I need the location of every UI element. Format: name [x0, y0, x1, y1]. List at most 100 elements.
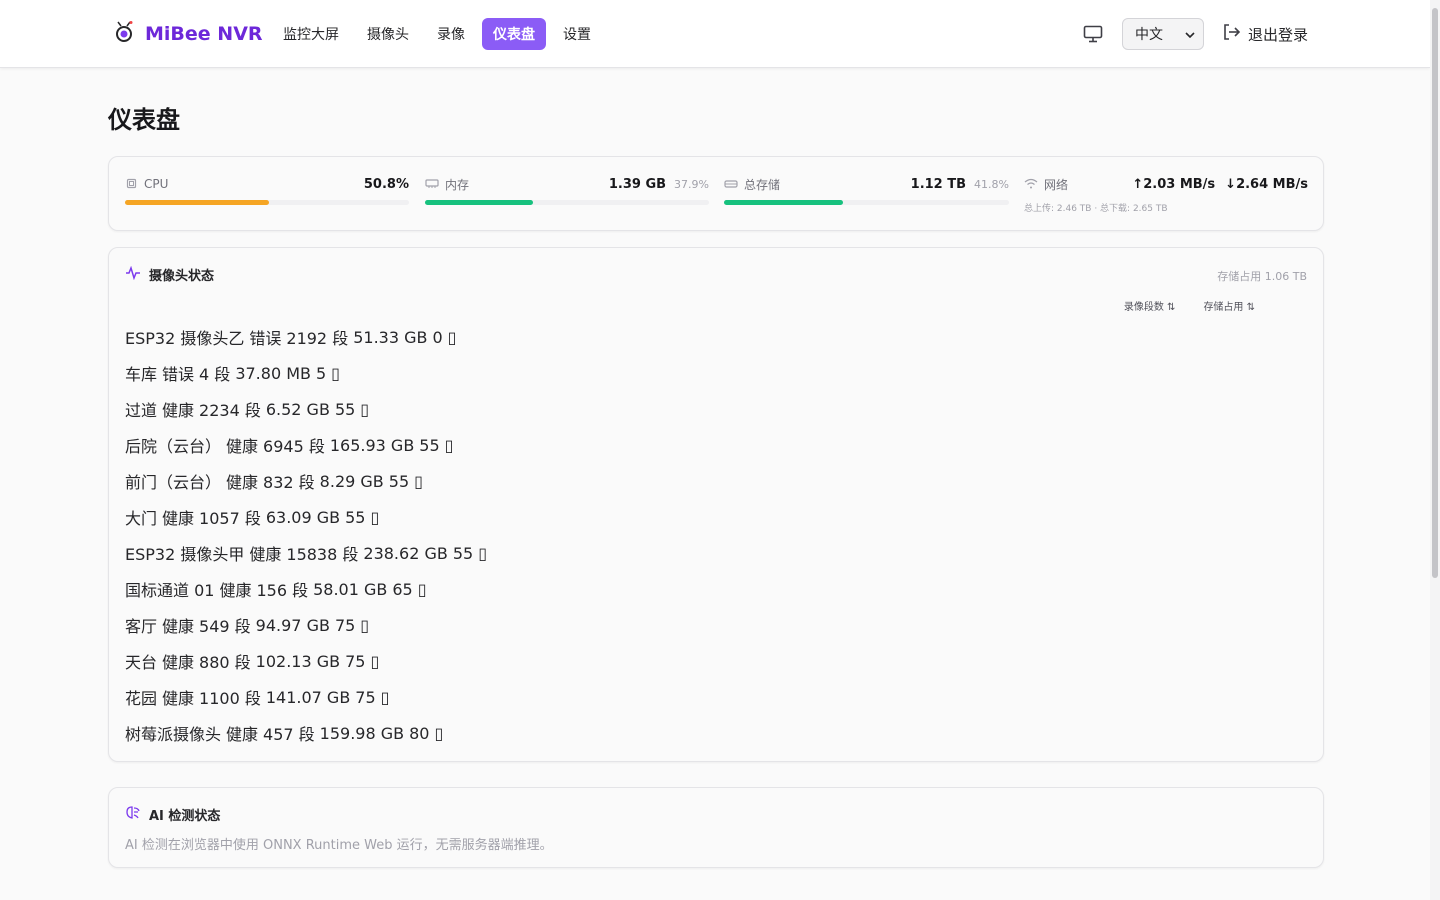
cpu-value: 50.8% [363, 176, 409, 192]
camera-row[interactable]: 前门（云台） 健康 832 段 8.29 GB 55 ▯ [125, 463, 492, 499]
storage-stat: 总存储 1.12 TB 41.8% [724, 157, 1009, 232]
memory-icon [425, 175, 439, 194]
camera-storage-size: 159.98 GB [319, 723, 405, 743]
camera-storage-size: 102.13 GB [255, 651, 341, 671]
ai-detection-title: AI 检测状态 [149, 809, 221, 824]
nav-item-monitor-wall[interactable]: 监控大屏 [272, 18, 350, 50]
camera-segments: 832 段 [263, 473, 315, 492]
nav-item-recordings[interactable]: 录像 [426, 18, 476, 50]
camera-row[interactable]: 花园 健康 1100 段 141.07 GB 75 ▯ [125, 679, 492, 715]
memory-percent: 37.9% [674, 177, 709, 191]
bee-logo-icon [113, 20, 135, 48]
cpu-label: CPU [144, 177, 169, 191]
camera-storage-size: 6.52 GB [265, 399, 330, 419]
camera-name: 车库 [125, 365, 158, 384]
camera-name: ESP32 摄像头乙 [125, 329, 245, 348]
camera-status: 健康 [219, 581, 252, 600]
camera-storage-size: 63.09 GB [265, 507, 341, 527]
camera-storage-size: 37.80 MB [235, 363, 311, 383]
camera-row[interactable]: 客厅 健康 549 段 94.97 GB 75 ▯ [125, 607, 492, 643]
camera-status: 错误 [249, 329, 282, 348]
nav-item-settings[interactable]: 设置 [552, 18, 602, 50]
camera-row[interactable]: 国标通道 01 健康 156 段 58.01 GB 65 ▯ [125, 571, 492, 607]
cpu-icon [125, 175, 138, 194]
camera-storage-total: 存储占用 1.06 TB [1217, 270, 1307, 283]
page-scrollbar[interactable] [1430, 0, 1440, 900]
scrollbar-thumb[interactable] [1432, 8, 1438, 578]
camera-row[interactable]: 天台 健康 880 段 102.13 GB 75 ▯ [125, 643, 492, 679]
camera-score: 75 [355, 687, 376, 707]
camera-status: 健康 [249, 545, 282, 564]
camera-storage-size: 165.93 GB [329, 435, 415, 455]
camera-row[interactable]: ESP32 摄像头甲 健康 15838 段 238.62 GB 55 ▯ [125, 535, 492, 571]
nav-item-dashboard[interactable]: 仪表盘 [482, 18, 546, 50]
camera-name: 花园 [125, 689, 158, 708]
camera-score: 5 [315, 363, 327, 383]
ai-detection-header: AI 检测状态 [125, 805, 220, 824]
ai-detection-card: AI 检测状态 AI 检测在浏览器中使用 ONNX Runtime Web 运行… [108, 787, 1324, 868]
camera-status: 健康 [226, 437, 259, 456]
camera-status-title: 摄像头状态 [149, 269, 215, 284]
camera-segments: 1100 段 [199, 689, 261, 708]
storage-percent: 41.8% [974, 177, 1009, 191]
network-stat: 网络 ↑2.03 MB/s ↓2.64 MB/s 总上传: 2.46 TB · … [1024, 157, 1308, 232]
camera-status: 错误 [162, 365, 195, 384]
network-download: ↓2.64 MB/s [1225, 176, 1308, 192]
camera-status: 健康 [226, 725, 259, 744]
camera-segments: 4 段 [199, 365, 231, 384]
camera-name: 树莓派摄像头 [125, 725, 222, 744]
storage-progress-track [724, 200, 1009, 205]
nav-item-cameras[interactable]: 摄像头 [356, 18, 420, 50]
camera-glyph: ▯ [380, 687, 390, 707]
sort-by-storage[interactable]: 存储占用 ⇅ [1203, 298, 1255, 313]
camera-row[interactable]: 过道 健康 2234 段 6.52 GB 55 ▯ [125, 391, 492, 427]
memory-progress-fill [425, 200, 533, 205]
page-title: 仪表盘 [108, 106, 180, 134]
camera-score: 55 [334, 399, 356, 419]
camera-segments: 549 段 [199, 617, 251, 636]
camera-row[interactable]: 后院（云台） 健康 6945 段 165.93 GB 55 ▯ [125, 427, 492, 463]
camera-storage-size: 94.97 GB [255, 615, 330, 635]
memory-value: 1.39 GB [608, 176, 667, 192]
camera-row[interactable]: 树莓派摄像头 健康 457 段 159.98 GB 80 ▯ [125, 715, 492, 751]
camera-row[interactable]: ESP32 摄像头乙 错误 2192 段 51.33 GB 0 ▯ [125, 319, 492, 355]
language-select[interactable]: 中文 [1121, 18, 1204, 50]
camera-status-card: 摄像头状态 存储占用 1.06 TB 录像段数 ⇅ 存储占用 ⇅ ESP32 摄… [108, 247, 1324, 762]
camera-storage-size: 8.29 GB [319, 471, 384, 491]
sort-headers: 录像段数 ⇅ 存储占用 ⇅ [1124, 298, 1255, 313]
memory-progress-track [425, 200, 709, 205]
camera-storage-size: 141.07 GB [265, 687, 351, 707]
storage-progress-fill [724, 200, 844, 205]
ai-detection-description: AI 检测在浏览器中使用 ONNX Runtime Web 运行，无需服务器端推… [125, 838, 553, 853]
brain-icon [125, 805, 141, 824]
camera-status: 健康 [162, 509, 195, 528]
camera-segments: 457 段 [263, 725, 315, 744]
camera-segments: 2234 段 [199, 401, 261, 420]
camera-score: 75 [345, 651, 366, 671]
camera-row[interactable]: 大门 健康 1057 段 63.09 GB 55 ▯ [125, 499, 492, 535]
camera-glyph: ▯ [478, 543, 488, 563]
sort-by-segments[interactable]: 录像段数 ⇅ [1124, 298, 1176, 313]
camera-segments: 15838 段 [286, 545, 359, 564]
camera-name: 前门（云台） [125, 473, 222, 492]
hard-drive-icon [724, 175, 738, 194]
logout-button[interactable]: 退出登录 [1222, 23, 1308, 45]
cpu-progress-fill [125, 200, 270, 205]
network-label: 网络 [1044, 177, 1069, 192]
camera-glyph: ▯ [414, 471, 423, 491]
brand[interactable]: MiBee NVR [113, 20, 263, 48]
camera-status-header: 摄像头状态 [125, 265, 214, 284]
camera-score: 65 [392, 579, 413, 599]
monitor-icon[interactable] [1082, 23, 1104, 45]
camera-glyph: ▯ [434, 723, 444, 743]
camera-score: 75 [334, 615, 356, 635]
camera-glyph: ▯ [417, 579, 427, 599]
camera-status: 健康 [226, 473, 259, 492]
camera-list: ESP32 摄像头乙 错误 2192 段 51.33 GB 0 ▯ 车库 错误 4 段 37.80… [125, 319, 492, 751]
top-navbar: MiBee NVR 监控大屏 摄像头 录像 仪表盘 设置 中文 退出登录 [0, 0, 1430, 68]
camera-glyph: ▯ [370, 507, 380, 527]
network-totals: 总上传: 2.46 TB · 总下载: 2.65 TB [1024, 204, 1168, 214]
chevron-down-icon [1185, 26, 1195, 42]
camera-name: 客厅 [125, 617, 158, 636]
camera-row[interactable]: 车库 错误 4 段 37.80 MB 5 ▯ [125, 355, 492, 391]
